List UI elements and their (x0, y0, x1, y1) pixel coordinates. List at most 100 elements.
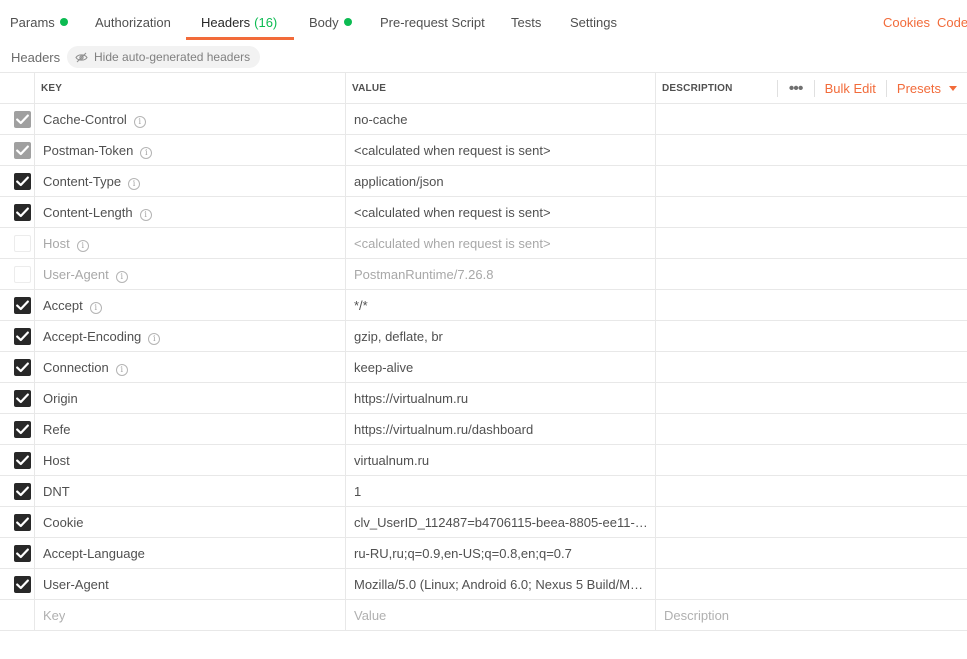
row-value-cell[interactable]: clv_UserID_112487=b4706115-beea-8805-ee1… (346, 507, 656, 537)
row-value-cell[interactable]: Mozilla/5.0 (Linux; Android 6.0; Nexus 5… (346, 569, 656, 599)
row-key-cell[interactable]: Cookie (35, 507, 346, 537)
row-key-cell[interactable]: Accept i (35, 290, 346, 320)
row-value-cell[interactable]: virtualnum.ru (346, 445, 656, 475)
row-description-cell[interactable] (656, 445, 967, 475)
more-options-icon[interactable]: ••• (778, 80, 814, 96)
header-value-cell: VALUE (346, 73, 656, 103)
row-checkbox[interactable] (14, 204, 31, 221)
info-icon[interactable]: i (76, 240, 89, 252)
row-description-cell[interactable] (656, 569, 967, 599)
row-key-cell[interactable]: User-Agent (35, 569, 346, 599)
tab-pre-request-script[interactable]: Pre-request Script (380, 0, 485, 40)
row-checkbox[interactable] (14, 111, 31, 128)
table-row: Accept i */* (0, 290, 967, 321)
row-value-cell[interactable]: PostmanRuntime/7.26.8 (346, 259, 656, 289)
code-link[interactable]: Code (937, 0, 967, 46)
row-description-cell[interactable] (656, 507, 967, 537)
row-checkbox[interactable] (14, 545, 31, 562)
row-description-cell[interactable] (656, 414, 967, 444)
info-icon[interactable]: i (128, 178, 141, 190)
row-key-cell[interactable]: Accept-Language (35, 538, 346, 568)
info-icon[interactable]: i (133, 116, 146, 128)
table-row: Cookie clv_UserID_112487=b4706115-beea-88… (0, 507, 967, 538)
row-value-cell[interactable]: <calculated when request is sent> (346, 135, 656, 165)
row-checkbox[interactable] (14, 328, 31, 345)
tab-authorization-label: Authorization (95, 15, 171, 30)
row-value-cell[interactable]: gzip, deflate, br (346, 321, 656, 351)
row-description-cell[interactable] (656, 166, 967, 196)
info-icon[interactable]: i (115, 364, 128, 376)
row-key-cell[interactable]: Origin (35, 383, 346, 413)
info-icon[interactable]: i (139, 209, 152, 221)
tab-tests[interactable]: Tests (511, 0, 541, 40)
table-body: Cache-Control i no-cache Postman-Token i <cal… (0, 104, 967, 600)
description-placeholder: Description (664, 608, 730, 623)
row-key-cell[interactable]: Host (35, 445, 346, 475)
hide-auto-generated-button[interactable]: Hide auto-generated headers (67, 46, 261, 68)
row-checkbox[interactable] (14, 452, 31, 469)
tab-body[interactable]: Body (309, 0, 352, 40)
bulk-edit-button[interactable]: Bulk Edit (815, 81, 886, 96)
row-value-cell[interactable]: ru-RU,ru;q=0.9,en-US;q=0.8,en;q=0.7 (346, 538, 656, 568)
row-value-cell[interactable]: https://virtualnum.ru (346, 383, 656, 413)
row-checkbox[interactable] (14, 235, 31, 252)
row-checkbox[interactable] (14, 421, 31, 438)
row-checkbox[interactable] (14, 359, 31, 376)
row-key-cell[interactable]: Connection i (35, 352, 346, 382)
new-value-input[interactable]: Value (346, 600, 656, 630)
cookies-link[interactable]: Cookies (883, 0, 930, 46)
table-row: User-Agent Mozilla/5.0 (Linux; Android 6.… (0, 569, 967, 600)
row-checkbox[interactable] (14, 142, 31, 159)
row-key-cell[interactable]: Postman-Token i (35, 135, 346, 165)
row-value-cell[interactable]: 1 (346, 476, 656, 506)
row-description-cell[interactable] (656, 352, 967, 382)
row-checkbox[interactable] (14, 576, 31, 593)
row-checkbox[interactable] (14, 390, 31, 407)
row-value-cell[interactable]: <calculated when request is sent> (346, 228, 656, 258)
row-key-cell[interactable]: Refe (35, 414, 346, 444)
row-description-cell[interactable] (656, 383, 967, 413)
tab-settings[interactable]: Settings (570, 0, 617, 40)
row-description-cell[interactable] (656, 321, 967, 351)
row-checkbox[interactable] (14, 266, 31, 283)
header-description-cell: DESCRIPTION ••• Bulk Edit Presets (656, 73, 967, 103)
tab-authorization[interactable]: Authorization (95, 0, 171, 40)
row-key-cell[interactable]: Host i (35, 228, 346, 258)
row-checkbox[interactable] (14, 297, 31, 314)
row-key-cell[interactable]: Cache-Control i (35, 104, 346, 134)
tab-params[interactable]: Params (10, 0, 68, 40)
row-value-cell[interactable]: no-cache (346, 104, 656, 134)
row-value-cell[interactable]: */* (346, 290, 656, 320)
info-icon[interactable]: i (140, 147, 153, 159)
table-row: Postman-Token i <calculated when request i… (0, 135, 967, 166)
header-value: <calculated when request is sent> (354, 205, 551, 220)
row-description-cell[interactable] (656, 259, 967, 289)
new-description-input[interactable]: Description (656, 600, 967, 630)
presets-dropdown[interactable]: Presets (887, 81, 967, 96)
row-description-cell[interactable] (656, 538, 967, 568)
row-description-cell[interactable] (656, 197, 967, 227)
row-key-cell[interactable]: User-Agent i (35, 259, 346, 289)
row-description-cell[interactable] (656, 135, 967, 165)
row-description-cell[interactable] (656, 476, 967, 506)
row-checkbox[interactable] (14, 514, 31, 531)
row-value-cell[interactable]: https://virtualnum.ru/dashboard (346, 414, 656, 444)
row-key-cell[interactable]: Accept-Encoding i (35, 321, 346, 351)
row-checkbox[interactable] (14, 483, 31, 500)
info-icon[interactable]: i (115, 271, 128, 283)
row-value-cell[interactable]: keep-alive (346, 352, 656, 382)
info-icon[interactable]: i (148, 333, 161, 345)
row-description-cell[interactable] (656, 290, 967, 320)
row-value-cell[interactable]: <calculated when request is sent> (346, 197, 656, 227)
row-description-cell[interactable] (656, 228, 967, 258)
new-key-input[interactable]: Key (35, 600, 346, 630)
row-key-cell[interactable]: Content-Type i (35, 166, 346, 196)
row-key-cell[interactable]: DNT (35, 476, 346, 506)
row-key-cell[interactable]: Content-Length i (35, 197, 346, 227)
info-icon[interactable]: i (89, 302, 102, 314)
row-value-cell[interactable]: application/json (346, 166, 656, 196)
row-checkbox[interactable] (14, 173, 31, 190)
row-description-cell[interactable] (656, 104, 967, 134)
tab-headers[interactable]: Headers (16) (201, 0, 277, 40)
row-check-cell (0, 569, 35, 599)
